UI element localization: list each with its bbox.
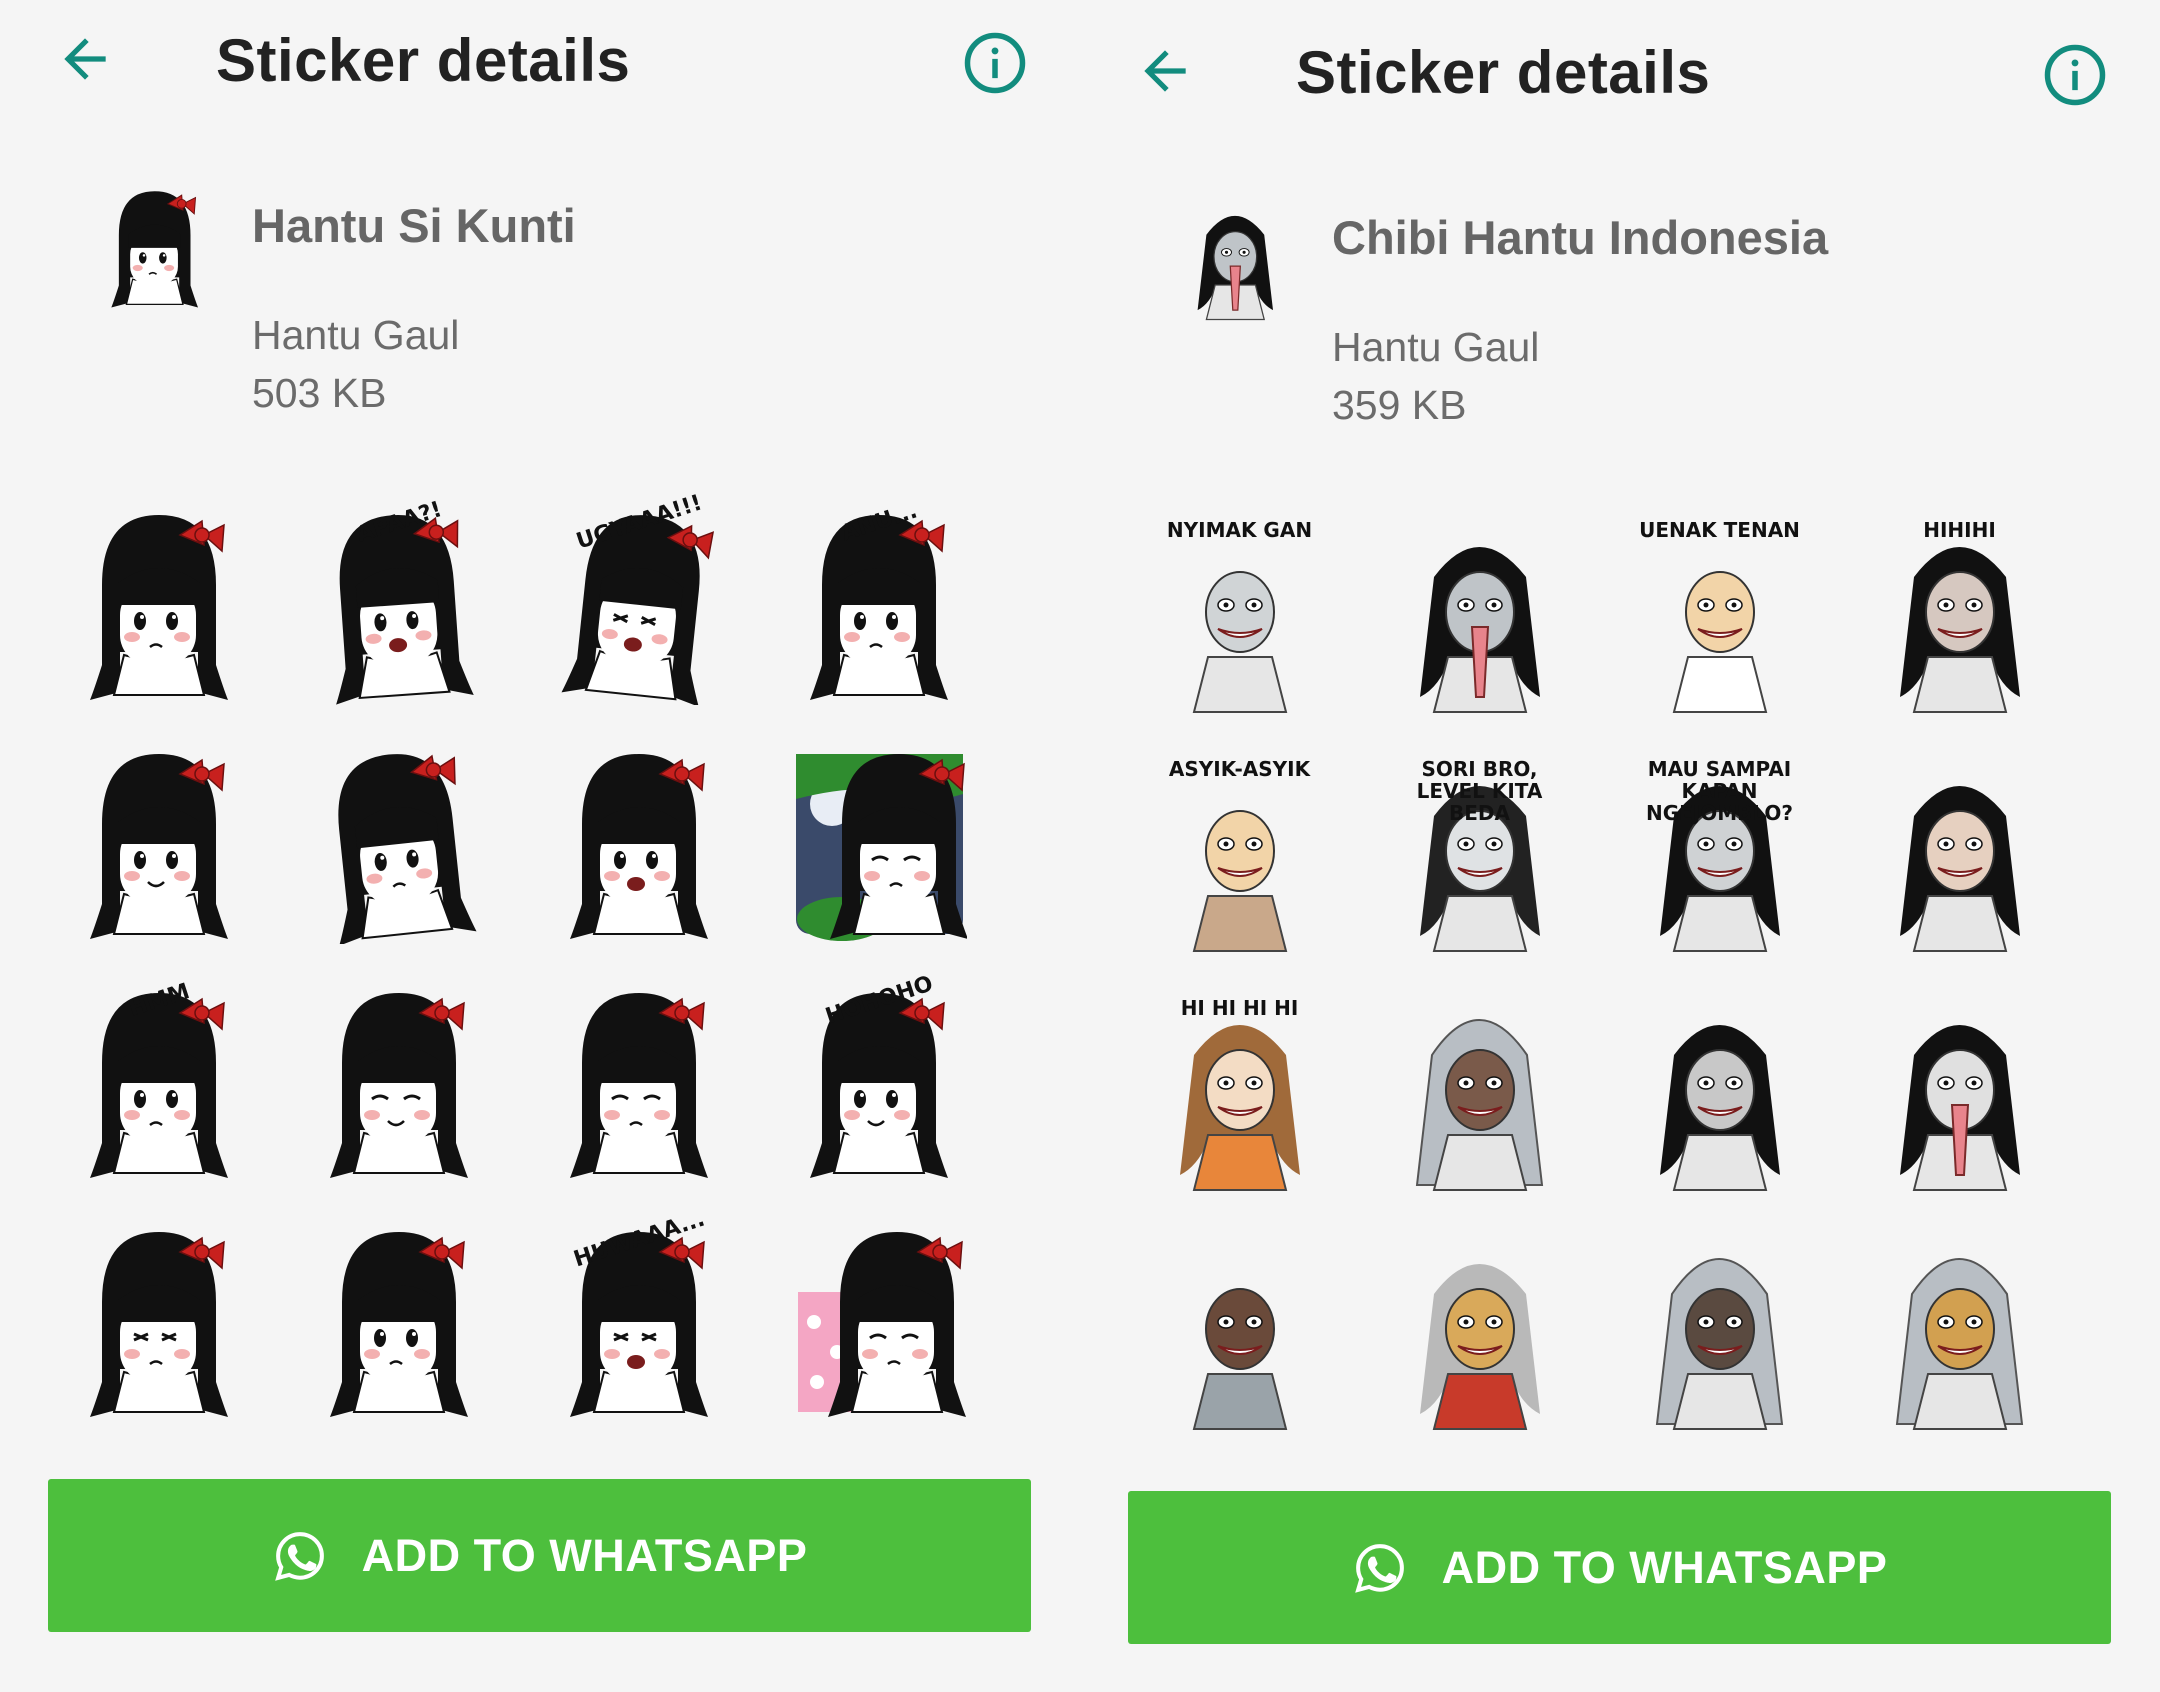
sticker-item[interactable] (792, 744, 967, 944)
pack-name: Chibi Hantu Indonesia (1332, 211, 1829, 264)
sticker-item[interactable]: UENAK TENAN (1632, 517, 1807, 717)
sticker-item[interactable]: MAU SAMPAI KAPAN NGEJOMBLO? (1632, 756, 1807, 956)
sticker-item[interactable] (72, 744, 247, 944)
sticker-item[interactable] (1392, 1234, 1567, 1434)
sticker-item[interactable] (1632, 1234, 1807, 1434)
sticker-item[interactable]: HIHIHI (1872, 517, 2047, 717)
sticker-item[interactable] (312, 983, 487, 1183)
sticker-item[interactable]: HOHOHO (792, 971, 967, 1183)
arrow-left-icon[interactable] (1134, 40, 1196, 102)
sticker-item[interactable] (1392, 517, 1567, 717)
sticker-item[interactable]: UGYAAA!!! (552, 490, 727, 705)
add-to-whatsapp-button[interactable]: ADD TO WHATSAPP (1128, 1491, 2111, 1644)
pack-size: 359 KB (1332, 382, 1467, 428)
add-to-whatsapp-label: ADD TO WHATSAPP (1441, 1541, 1888, 1593)
sticker-item[interactable] (72, 505, 247, 705)
pack-size: 503 KB (252, 370, 387, 416)
sticker-grid: APAA?! UGYAAA!!! ANU... HMM HOHOHO HUWAA… (72, 490, 967, 1422)
sticker-item[interactable] (1872, 1234, 2047, 1434)
info-icon[interactable] (2042, 42, 2108, 108)
sticker-details-screen-chibi: Sticker details Chibi Hantu Indonesia Ha… (1080, 12, 2160, 1692)
sticker-item[interactable] (1152, 1234, 1327, 1434)
sticker-item[interactable]: APAA?! (312, 497, 487, 705)
page-title: Sticker details (216, 27, 631, 94)
sticker-item[interactable] (312, 744, 487, 944)
sticker-item[interactable] (312, 1222, 487, 1422)
sticker-item[interactable] (1872, 756, 2047, 956)
sticker-item[interactable]: SORI BRO, LEVEL KITA BEDA (1392, 756, 1567, 956)
pack-name: Hantu Si Kunti (252, 199, 576, 252)
sticker-item[interactable]: HI HI HI HI (1152, 995, 1327, 1195)
sticker-details-screen-kunti: Sticker details Hantu Si Kunti Hantu Gau… (0, 0, 1080, 1680)
info-icon[interactable] (962, 30, 1028, 96)
sticker-item[interactable]: ANU... (792, 499, 967, 705)
sticker-grid: NYIMAK GAN UENAK TENAN HIHIHI ASYIK-ASYI… (1152, 517, 2047, 1434)
sticker-item[interactable] (552, 744, 727, 944)
sticker-item[interactable]: NYIMAK GAN (1152, 517, 1327, 717)
arrow-left-icon[interactable] (54, 28, 116, 90)
pack-author: Hantu Gaul (252, 312, 460, 358)
pack-tray-icon (100, 185, 210, 308)
sticker-item[interactable] (1632, 995, 1807, 1195)
sticker-item[interactable] (72, 1222, 247, 1422)
app-bar: Sticker details (0, 0, 1080, 130)
sticker-item[interactable]: ASYIK-ASYIK (1152, 756, 1327, 956)
page-title: Sticker details (1296, 39, 1711, 106)
sticker-item[interactable]: HUWAAA... (552, 1207, 727, 1422)
app-bar: Sticker details (1080, 12, 2160, 142)
sticker-item[interactable]: HMM (72, 979, 247, 1183)
sticker-item[interactable] (552, 983, 727, 1183)
add-to-whatsapp-label: ADD TO WHATSAPP (361, 1529, 808, 1581)
sticker-item[interactable] (1392, 995, 1567, 1195)
whatsapp-icon (1354, 1543, 1404, 1593)
pack-author: Hantu Gaul (1332, 324, 1540, 370)
add-to-whatsapp-button[interactable]: ADD TO WHATSAPP (48, 1479, 1031, 1632)
whatsapp-icon (274, 1531, 324, 1581)
sticker-item[interactable] (792, 1222, 967, 1422)
pack-tray-icon (1180, 197, 1290, 321)
sticker-item[interactable] (1872, 995, 2047, 1195)
